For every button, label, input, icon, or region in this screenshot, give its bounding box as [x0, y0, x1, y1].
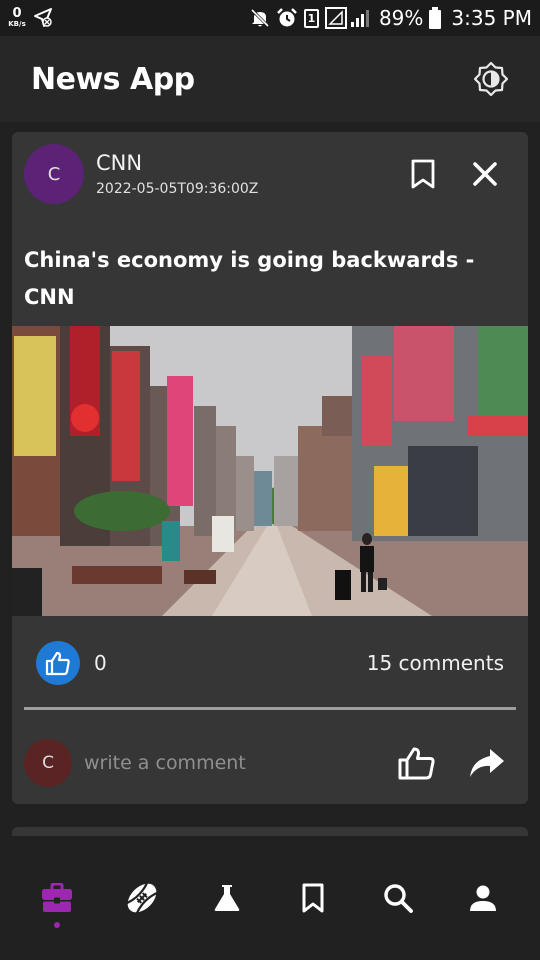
status-bar: 0 KB/s 1 89% 3:35 PM	[0, 0, 540, 36]
article-card[interactable]: C CNN 2022-05-05T09:36:00Z China's econo…	[12, 132, 528, 804]
app-bar: News App	[0, 36, 540, 122]
nav-science[interactable]	[197, 868, 257, 928]
nav-search[interactable]	[368, 868, 428, 928]
comment-composer: C	[24, 739, 516, 787]
bookmarks-icon	[302, 883, 324, 913]
sports-icon	[126, 882, 158, 914]
thumbs-up-icon	[45, 651, 70, 676]
search-icon	[384, 884, 413, 913]
network-speed: 0 KB/s	[8, 7, 26, 28]
profile-icon	[470, 885, 497, 911]
signal-icon	[324, 7, 371, 29]
mute-icon	[250, 8, 270, 28]
sim-badge: 1	[303, 8, 319, 28]
divider	[24, 707, 516, 710]
thumbs-up-icon[interactable]	[398, 745, 436, 781]
location-off-icon	[32, 7, 54, 29]
bookmark-icon[interactable]	[410, 159, 436, 189]
bottom-navigation	[0, 836, 540, 960]
nav-profile[interactable]	[453, 868, 513, 928]
nav-business[interactable]	[27, 868, 87, 928]
like-button[interactable]	[36, 641, 80, 685]
battery-percent: 89%	[378, 6, 424, 30]
active-indicator	[53, 922, 60, 928]
brightness-icon[interactable]	[473, 61, 509, 97]
user-avatar: C	[24, 739, 72, 787]
business-icon	[41, 883, 72, 912]
article-stats: 0 15 comments	[36, 640, 504, 686]
close-icon[interactable]	[472, 161, 498, 187]
nav-sports[interactable]	[112, 868, 172, 928]
science-icon	[214, 885, 240, 911]
alarm-icon	[276, 7, 298, 29]
like-count: 0	[94, 651, 107, 675]
source-avatar: C	[24, 144, 84, 204]
share-icon[interactable]	[468, 747, 506, 779]
article-header: C CNN 2022-05-05T09:36:00Z	[24, 144, 516, 204]
battery-icon	[429, 7, 442, 29]
source-info: CNN 2022-05-05T09:36:00Z	[96, 151, 258, 197]
article-headline[interactable]: China's economy is going backwards - CNN	[24, 242, 504, 316]
app-title: News App	[31, 61, 195, 97]
network-speed-value: 0	[12, 6, 22, 21]
nav-bookmarks[interactable]	[283, 868, 343, 928]
network-speed-unit: KB/s	[8, 20, 26, 28]
source-name: CNN	[96, 151, 143, 175]
comment-input[interactable]	[84, 743, 374, 783]
clock: 3:35 PM	[451, 6, 532, 30]
comments-count[interactable]: 15 comments	[367, 651, 504, 675]
published-date: 2022-05-05T09:36:00Z	[96, 181, 259, 197]
article-image[interactable]	[12, 326, 528, 616]
